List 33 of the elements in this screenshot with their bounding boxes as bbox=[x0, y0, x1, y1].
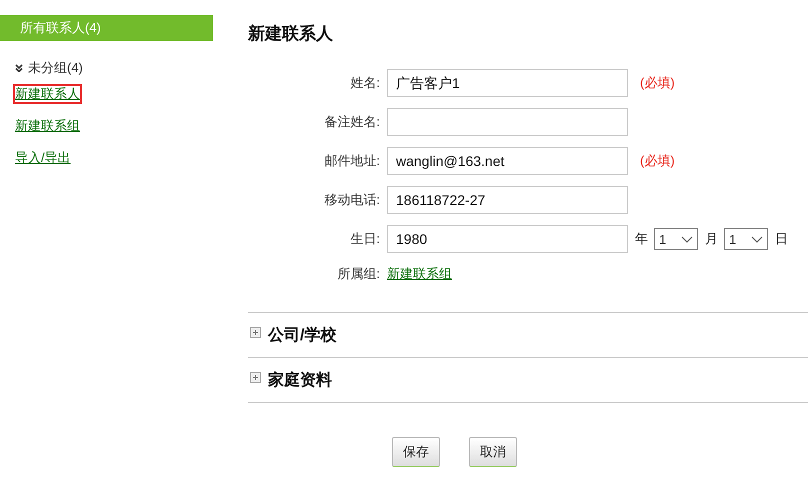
unit-label: 年 bbox=[635, 230, 648, 248]
section-title[interactable]: 公司/学校 bbox=[268, 324, 336, 346]
sidebar-link[interactable]: 新建联系人 bbox=[13, 84, 82, 104]
field-label: 姓名: bbox=[349, 74, 381, 92]
sidebar-link[interactable]: 新建联系组 bbox=[13, 116, 82, 136]
unit-label: 日 bbox=[775, 230, 788, 248]
field-label: 生日: bbox=[349, 230, 381, 248]
input-field[interactable]: 1980 bbox=[387, 225, 628, 253]
input-field[interactable] bbox=[387, 108, 628, 136]
required-note: (必填) bbox=[640, 152, 675, 170]
input-field[interactable]: 186118722-27 bbox=[387, 186, 628, 214]
sidebar-link[interactable]: 导入/导出 bbox=[13, 148, 73, 168]
double-chevron-icon[interactable] bbox=[15, 64, 23, 72]
group-link[interactable]: 新建联系组 bbox=[387, 265, 452, 283]
plus-icon[interactable] bbox=[250, 327, 261, 338]
chevron-down-icon[interactable] bbox=[751, 236, 763, 242]
month-select[interactable]: 1 bbox=[654, 228, 698, 250]
cancel-button[interactable]: 取消 bbox=[469, 437, 517, 467]
section-title[interactable]: 家庭资料 bbox=[268, 370, 332, 390]
input-field[interactable]: 广告客户1 bbox=[387, 69, 628, 97]
save-button[interactable]: 保存 bbox=[392, 437, 440, 467]
field-label: 所属组: bbox=[336, 265, 381, 283]
unit-label: 月 bbox=[705, 230, 718, 248]
day-select[interactable]: 1 bbox=[724, 228, 768, 250]
required-note: (必填) bbox=[640, 74, 675, 92]
chevron-down-icon[interactable] bbox=[681, 236, 693, 242]
field-label: 备注姓名: bbox=[323, 113, 381, 131]
group-label[interactable]: 未分组(4) bbox=[28, 59, 83, 77]
field-label: 移动电话: bbox=[323, 191, 381, 209]
field-label: 邮件地址: bbox=[323, 152, 381, 170]
input-field[interactable]: wanglin@163.net bbox=[387, 147, 628, 175]
page-title: 新建联系人 bbox=[248, 23, 334, 45]
plus-icon[interactable] bbox=[250, 372, 261, 383]
